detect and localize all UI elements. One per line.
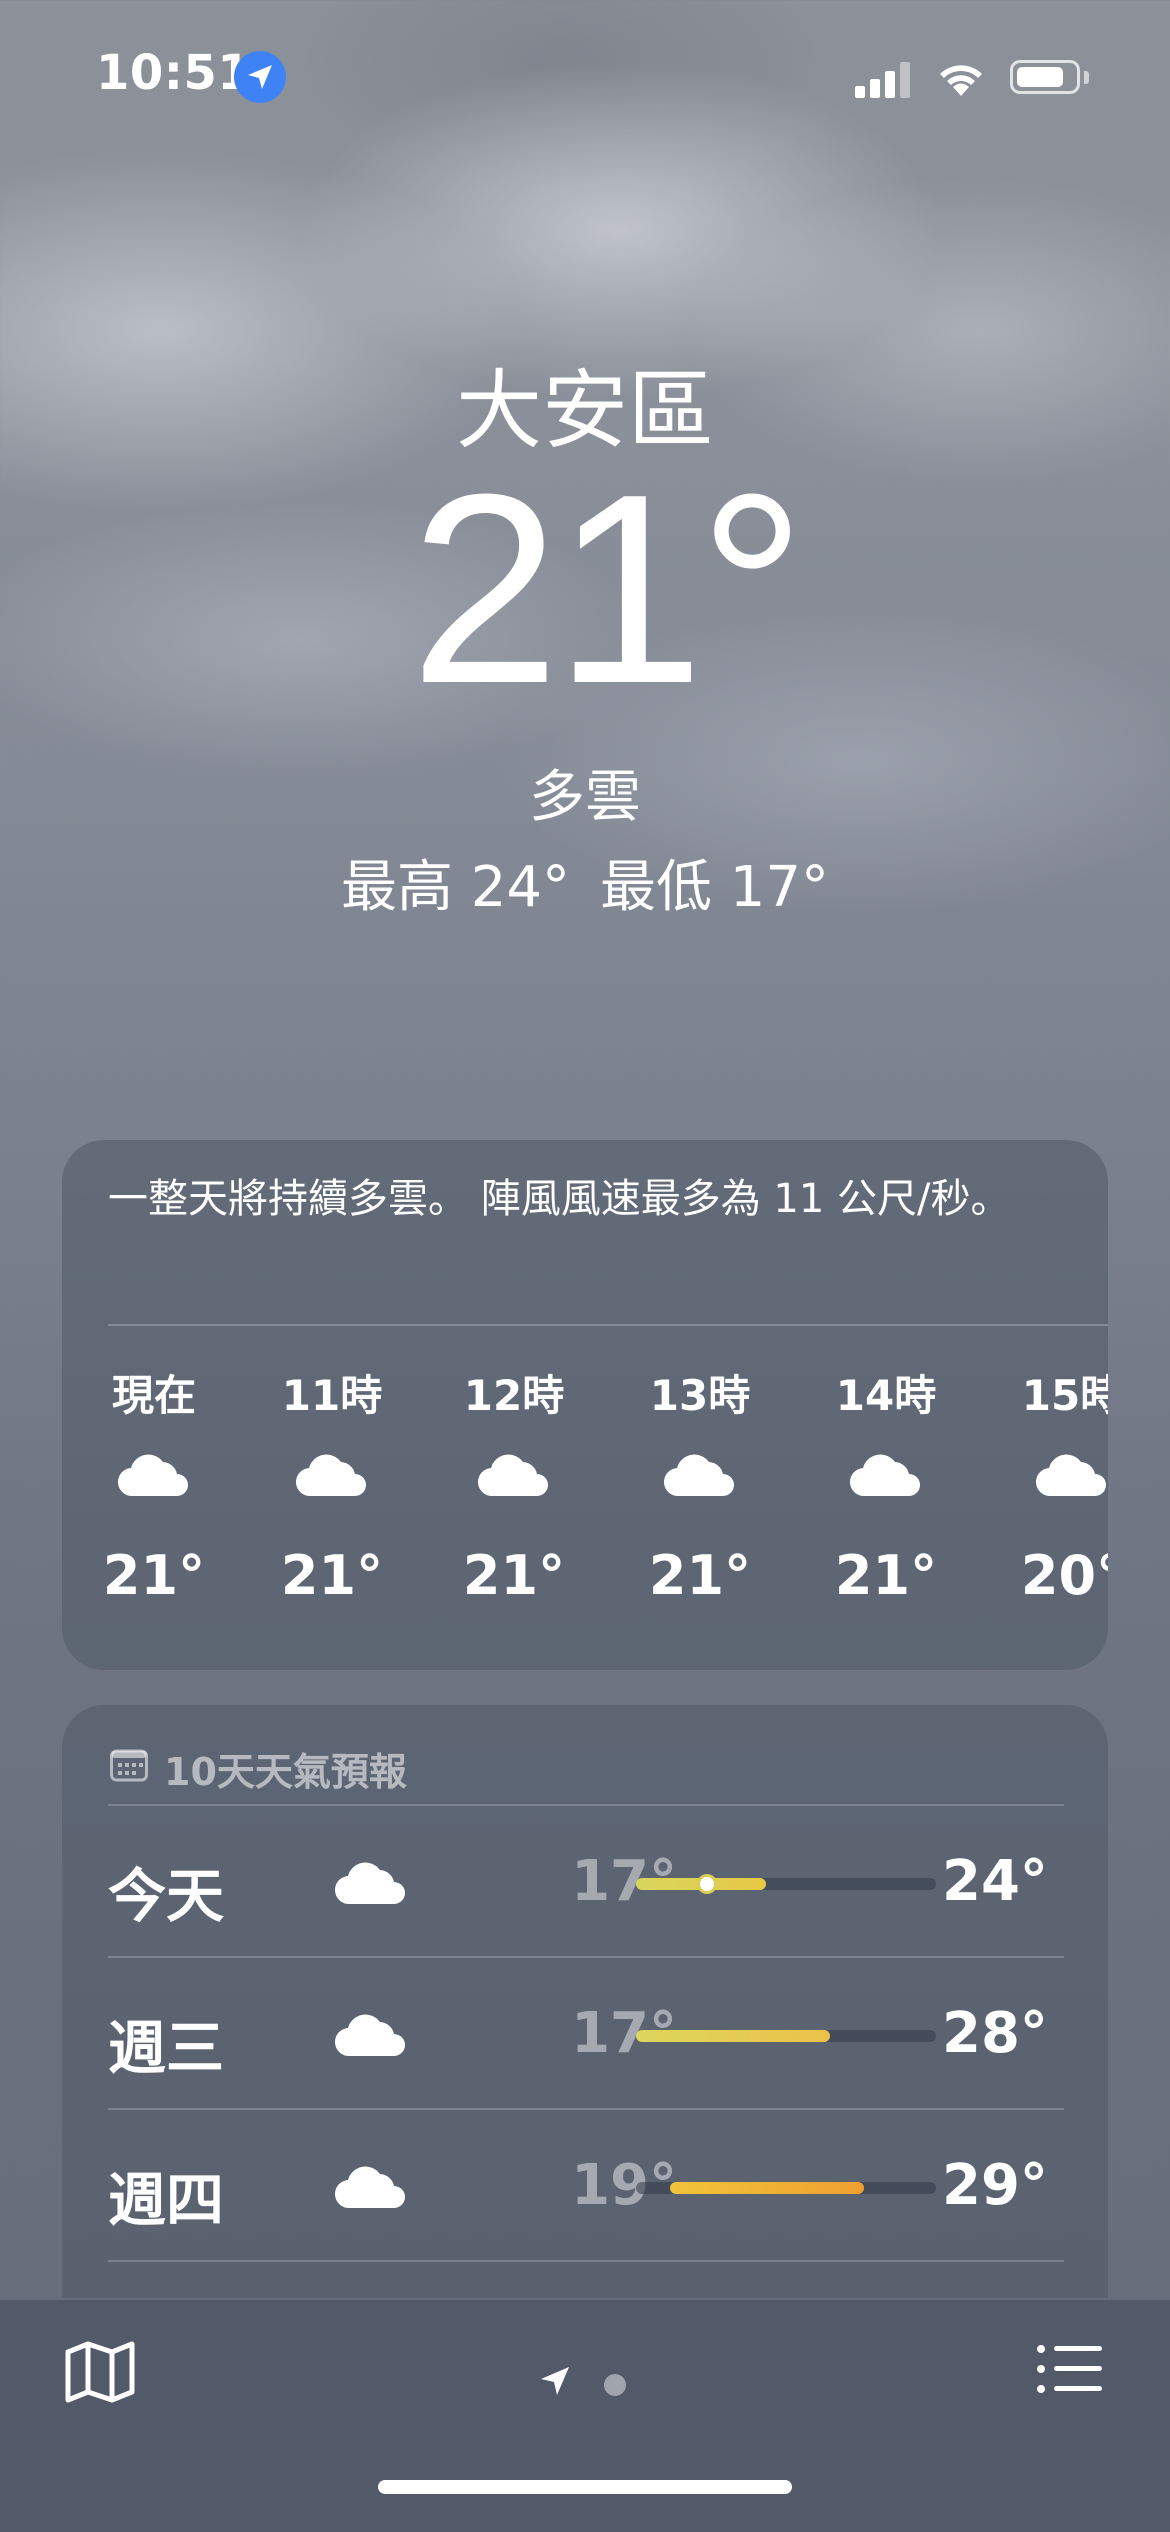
cloud-icon bbox=[295, 1450, 369, 1498]
page-dot[interactable] bbox=[604, 2374, 626, 2396]
hour-temperature: 20° bbox=[1020, 1544, 1108, 1607]
ten-day-forecast-header: 10天天氣預報 bbox=[110, 1741, 407, 1794]
list-icon[interactable] bbox=[1036, 2344, 1104, 2398]
daily-row[interactable]: 週三 17° 28° bbox=[62, 1958, 1108, 2108]
low-temperature: 最低 17° bbox=[600, 855, 830, 920]
cloud-icon bbox=[663, 1450, 737, 1498]
hourly-item[interactable]: 13時 21° bbox=[630, 1362, 770, 1607]
day-name: 週三 bbox=[108, 2014, 225, 2082]
day-high-temperature: 24° bbox=[942, 1849, 1048, 1914]
high-low-temperature: 最高 24° 最低 17° bbox=[0, 842, 1170, 923]
battery-tip bbox=[1084, 71, 1089, 84]
cloud-icon bbox=[1035, 1450, 1108, 1498]
day-name: 週四 bbox=[108, 2166, 225, 2234]
wifi-icon bbox=[936, 58, 986, 100]
location-services-icon bbox=[234, 51, 286, 103]
forecast-summary: 一整天將持續多雲。 陣風風速最多為 11 公尺/秒。 bbox=[108, 1176, 1011, 1222]
status-time: 10:51 bbox=[96, 45, 252, 101]
cloud-icon bbox=[334, 2010, 408, 2062]
current-temperature: 21° bbox=[409, 439, 806, 740]
hour-label: 12時 bbox=[463, 1371, 565, 1420]
ten-day-forecast-title: 10天天氣預報 bbox=[164, 1750, 407, 1794]
cellular-signal-icon bbox=[855, 62, 911, 98]
hourly-item[interactable]: 11時 21° bbox=[262, 1362, 402, 1607]
cloud-icon bbox=[334, 2162, 408, 2214]
cloud-icon bbox=[334, 1858, 408, 1910]
temperature-range-fill bbox=[636, 2030, 830, 2042]
calendar-icon bbox=[110, 1747, 148, 1791]
hourly-forecast-card[interactable]: 一整天將持續多雲。 陣風風速最多為 11 公尺/秒。 現在 21° 11時 21… bbox=[62, 1140, 1108, 1670]
ten-day-forecast-card[interactable]: 10天天氣預報 今天 17° 24° 週三 17° 28° 週四 19° 29° bbox=[62, 1705, 1108, 2345]
location-arrow-icon bbox=[538, 2364, 572, 2402]
hourly-item[interactable]: 現在 21° bbox=[84, 1362, 224, 1607]
temperature-range-bar bbox=[636, 2030, 936, 2042]
hour-label: 11時 bbox=[281, 1371, 383, 1420]
temperature-range-bar bbox=[636, 2182, 936, 2194]
status-bar: 10:51 bbox=[0, 0, 1170, 150]
daily-row[interactable]: 今天 17° 24° bbox=[62, 1806, 1108, 1956]
day-high-temperature: 29° bbox=[942, 2153, 1048, 2218]
hour-label: 14時 bbox=[835, 1371, 937, 1420]
battery-icon bbox=[1010, 60, 1080, 94]
divider bbox=[108, 1324, 1108, 1326]
current-condition: 多雲 bbox=[529, 765, 641, 830]
hour-temperature: 21° bbox=[648, 1544, 752, 1607]
temperature-range-bar bbox=[636, 1877, 936, 1891]
hourly-item[interactable]: 12時 21° bbox=[444, 1362, 584, 1607]
hour-label: 13時 bbox=[649, 1371, 751, 1420]
map-icon[interactable] bbox=[64, 2340, 136, 2408]
home-indicator[interactable] bbox=[378, 2480, 792, 2494]
daily-row[interactable]: 週四 19° 29° bbox=[62, 2110, 1108, 2260]
hour-temperature: 21° bbox=[462, 1544, 566, 1607]
hour-label: 15時 bbox=[1021, 1371, 1108, 1420]
cloud-icon bbox=[117, 1450, 191, 1498]
bottom-toolbar bbox=[0, 2298, 1170, 2532]
divider bbox=[108, 2260, 1064, 2262]
day-name: 今天 bbox=[108, 1862, 225, 1930]
day-high-temperature: 28° bbox=[942, 2001, 1048, 2066]
hour-temperature: 21° bbox=[834, 1544, 938, 1607]
hourly-item[interactable]: 15時 20° bbox=[1002, 1362, 1108, 1607]
current-temperature-marker bbox=[700, 1877, 714, 1891]
high-temperature: 最高 24° bbox=[340, 855, 570, 920]
hour-label: 現在 bbox=[111, 1371, 196, 1420]
hour-temperature: 21° bbox=[102, 1544, 206, 1607]
temperature-range-fill bbox=[670, 2182, 864, 2194]
cloud-icon bbox=[849, 1450, 923, 1498]
cloud-icon bbox=[477, 1450, 551, 1498]
hourly-item[interactable]: 14時 21° bbox=[816, 1362, 956, 1607]
hour-temperature: 21° bbox=[280, 1544, 384, 1607]
